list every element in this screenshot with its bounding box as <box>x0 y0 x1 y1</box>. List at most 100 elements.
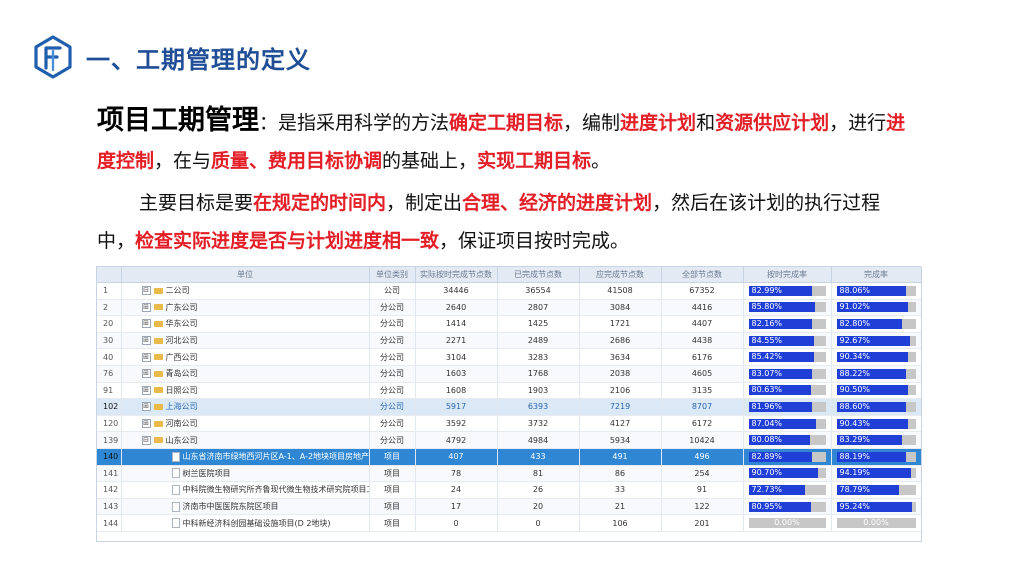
progress-label: 94.19% <box>839 468 871 478</box>
document-icon <box>171 518 180 529</box>
col-header-completion-rate[interactable]: 完成率 <box>831 267 921 283</box>
progress-bar: 88.19% <box>836 451 916 462</box>
expand-toggle-icon[interactable]: ⊟ <box>141 286 151 296</box>
table-row[interactable]: 76 ⊞ 青岛公司 分公司 1603 1768 2038 4605 83.07% 88.22% <box>97 365 921 383</box>
col-header-total[interactable]: 全部节点数 <box>661 267 744 283</box>
row-index: 120 <box>97 415 122 433</box>
col-header-due[interactable]: 应完成节点数 <box>579 267 662 283</box>
col-header-unit[interactable]: 单位 <box>121 267 370 283</box>
progress-label: 80.63% <box>751 385 783 395</box>
progress-bar: 83.07% <box>748 368 826 379</box>
highlight-text: 实现工期目标 <box>477 150 592 172</box>
ontime-cell: 0 <box>415 514 498 532</box>
table-row[interactable]: 143 济南市中医医院东院区项目 项目 17 20 21 122 80.95% 95.24% <box>97 498 921 516</box>
col-header[interactable] <box>97 267 122 283</box>
completion-rate-cell: 88.60% <box>831 398 921 416</box>
folder-icon <box>153 403 163 410</box>
due-cell: 33 <box>579 481 662 499</box>
folder-icon <box>153 304 163 311</box>
due-cell: 86 <box>579 465 662 483</box>
unit-name: 青岛公司 <box>165 369 198 379</box>
progress-bar: 82.99% <box>748 285 826 296</box>
unit-name: 树兰医院项目 <box>182 468 231 478</box>
ontime-rate-cell: 0.00% <box>743 514 832 532</box>
done-cell: 36554 <box>497 282 580 300</box>
progress-bar: 78.79% <box>836 484 916 495</box>
table-row[interactable]: 1 ⊟ 二公司 公司 34446 36554 41508 67352 82.99% 88.06% <box>97 282 921 300</box>
col-header-type[interactable]: 单位类别 <box>369 267 416 283</box>
total-cell: 3135 <box>661 382 744 400</box>
folder-icon <box>153 420 163 427</box>
folder-icon <box>153 370 163 377</box>
col-header-done[interactable]: 已完成节点数 <box>497 267 580 283</box>
ontime-cell: 34446 <box>415 282 498 300</box>
table-row[interactable]: 140 山东省济南市绿地西河片区A-1、A-2地块项目房地产开发 项目 407 433 4… <box>97 448 921 466</box>
row-index: 140 <box>97 448 122 466</box>
progress-bar: 81.96% <box>748 401 826 412</box>
expand-toggle-icon[interactable]: ⊞ <box>141 319 151 329</box>
ontime-rate-cell: 84.55% <box>743 332 832 350</box>
table-row[interactable]: 2 ⊞ 广东公司 分公司 2640 2807 3084 4416 85.80% 91.02% <box>97 299 921 317</box>
completion-rate-cell: 88.19% <box>831 448 921 466</box>
col-header-ontime-rate[interactable]: 按时完成率 <box>743 267 832 283</box>
table-row[interactable]: 139 ⊟ 山东公司 分公司 4792 4984 5934 10424 80.08% 83.29% <box>97 431 921 449</box>
expand-toggle-icon[interactable]: ⊟ <box>141 435 151 445</box>
expand-toggle-icon[interactable]: ⊞ <box>141 336 151 346</box>
ontime-cell: 78 <box>415 465 498 483</box>
unit-cell: 中科院微生物研究所齐鲁现代微生物技术研究院项目工程 <box>121 481 370 499</box>
expand-toggle-icon[interactable]: ⊞ <box>141 419 151 429</box>
unit-cell: 山东省济南市绿地西河片区A-1、A-2地块项目房地产开发 <box>121 448 370 466</box>
table-row[interactable]: 102 ⊞ 上海公司 分公司 5917 6393 7219 8707 81.96% 88.60% <box>97 398 921 416</box>
expand-toggle-icon[interactable]: ⊞ <box>141 385 151 395</box>
unit-cell: ⊟ 二公司 <box>121 282 370 300</box>
type-cell: 分公司 <box>369 365 416 383</box>
table-row[interactable]: 120 ⊞ 河南公司 分公司 3592 3732 4127 6172 87.04% 90.43% <box>97 415 921 433</box>
ontime-cell: 3592 <box>415 415 498 433</box>
unit-cell: ⊟ 山东公司 <box>121 431 370 449</box>
done-cell: 26 <box>497 481 580 499</box>
expand-toggle-icon[interactable]: ⊞ <box>141 302 151 312</box>
expand-toggle-icon[interactable]: ⊞ <box>141 369 151 379</box>
due-cell: 491 <box>579 448 662 466</box>
completion-rate-cell: 95.24% <box>831 498 921 516</box>
done-cell: 2807 <box>497 299 580 317</box>
completion-rate-cell: 88.22% <box>831 365 921 383</box>
unit-name: 二公司 <box>165 286 190 296</box>
table-row[interactable]: 40 ⊞ 广西公司 分公司 3104 3283 3634 6176 85.42% 90.34% <box>97 348 921 366</box>
row-index: 30 <box>97 332 122 350</box>
table-row[interactable]: 142 中科院微生物研究所齐鲁现代微生物技术研究院项目工程 项目 24 26 33 91 72… <box>97 481 921 499</box>
completion-rate-cell: 91.02% <box>831 299 921 317</box>
table-row[interactable]: 20 ⊞ 华东公司 分公司 1414 1425 1721 4407 82.16% 82.80% <box>97 315 921 333</box>
row-index: 142 <box>97 481 122 499</box>
progress-label: 88.19% <box>839 451 871 461</box>
col-header-ontime[interactable]: 实际按时完成节点数 <box>415 267 498 283</box>
progress-label: 82.99% <box>751 285 783 295</box>
row-index: 91 <box>97 382 122 400</box>
table-row[interactable]: 30 ⊞ 河北公司 分公司 2271 2489 2686 4438 84.55% 92.67% <box>97 332 921 350</box>
table-row[interactable]: 91 ⊞ 日照公司 分公司 1608 1903 2106 3135 80.63% 90.50% <box>97 382 921 400</box>
total-cell: 4438 <box>661 332 744 350</box>
progress-label: 82.89% <box>751 451 783 461</box>
definition-paragraph: 项目工期管理：是指采用科学的方法确定工期目标，编制进度计划和资源供应计划，进行进… <box>97 105 906 172</box>
progress-bar: 85.42% <box>748 352 826 363</box>
table-row[interactable]: 141 树兰医院项目 项目 78 81 86 254 90.70% 94.19% <box>97 465 921 483</box>
table-row[interactable]: 144 中科新经济科创园基础设施项目(D 2地块) 项目 0 0 106 201 0.00% 0… <box>97 514 921 532</box>
progress-bar: 92.67% <box>836 335 916 346</box>
due-cell: 3084 <box>579 299 662 317</box>
total-cell: 6176 <box>661 348 744 366</box>
unit-name: 山东省济南市绿地西河片区A-1、A-2地块项目房地产开发 <box>182 452 369 462</box>
ontime-cell: 1414 <box>415 315 498 333</box>
ontime-rate-cell: 80.63% <box>743 382 832 400</box>
done-cell: 1903 <box>497 382 580 400</box>
progress-label: 85.80% <box>751 302 783 312</box>
unit-name: 日照公司 <box>165 385 198 395</box>
expand-toggle-icon[interactable]: ⊞ <box>141 352 151 362</box>
progress-bar: 88.06% <box>836 285 916 296</box>
ontime-rate-cell: 80.95% <box>743 498 832 516</box>
progress-label: 84.55% <box>751 335 783 345</box>
highlight-text: 确定工期目标 <box>449 112 564 134</box>
grid-header-row: 单位 单位类别 实际按时完成节点数 已完成节点数 应完成节点数 全部节点数 按时… <box>97 267 921 283</box>
expand-toggle-icon[interactable]: ⊞ <box>141 402 151 412</box>
progress-label: 81.96% <box>751 401 783 411</box>
unit-name: 广西公司 <box>165 352 198 362</box>
